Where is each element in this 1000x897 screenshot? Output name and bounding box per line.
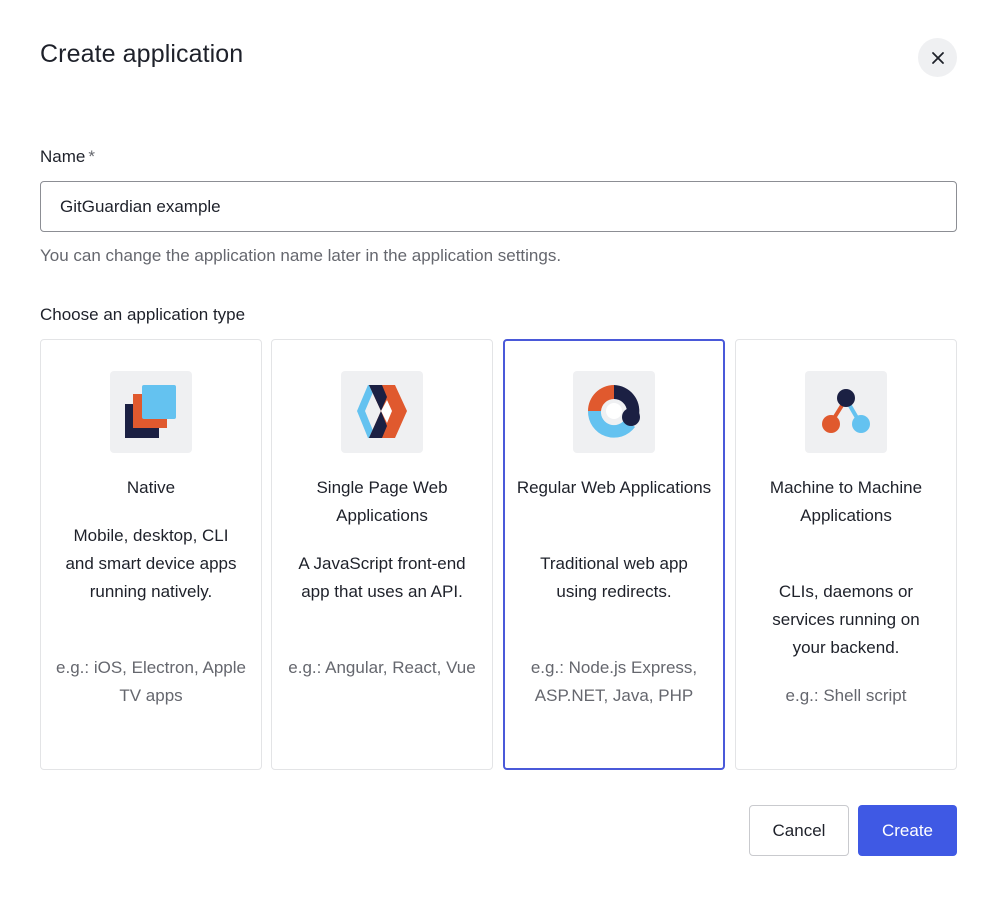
card-title: Native bbox=[126, 478, 176, 497]
card-examples: e.g.: Angular, React, Vue bbox=[288, 658, 476, 677]
native-app-icon bbox=[110, 371, 192, 453]
close-button[interactable] bbox=[918, 38, 957, 77]
app-type-card-regular-web[interactable]: Regular Web Applications Traditional web… bbox=[503, 339, 725, 770]
card-examples: e.g.: Shell script bbox=[785, 686, 907, 705]
card-description: A JavaScript front-end app that uses an … bbox=[298, 554, 466, 601]
card-title: Single Page Web Applications bbox=[316, 478, 448, 525]
app-type-card-native[interactable]: Native Mobile, desktop, CLI and smart de… bbox=[40, 339, 262, 770]
card-title: Machine to Machine Applications bbox=[769, 478, 923, 525]
card-title: Regular Web Applications bbox=[516, 478, 712, 497]
card-description: Mobile, desktop, CLI and smart device ap… bbox=[65, 526, 237, 601]
required-marker: * bbox=[88, 147, 95, 166]
cancel-button[interactable]: Cancel bbox=[749, 805, 849, 856]
name-label-text: Name bbox=[40, 147, 86, 166]
application-type-label: Choose an application type bbox=[40, 305, 246, 324]
card-description: CLIs, daemons or services running on you… bbox=[772, 582, 920, 657]
card-description: Traditional web app using redirects. bbox=[540, 554, 688, 601]
card-examples: e.g.: iOS, Electron, Apple TV apps bbox=[56, 658, 246, 705]
machine-to-machine-icon bbox=[805, 371, 887, 453]
close-icon bbox=[931, 51, 944, 64]
name-help-text: You can change the application name late… bbox=[40, 246, 562, 265]
dialog-title: Create application bbox=[40, 40, 244, 68]
create-application-dialog: Create application Name* You can change … bbox=[0, 0, 1000, 897]
regular-web-app-icon bbox=[573, 371, 655, 453]
name-field-label: Name * bbox=[40, 147, 95, 167]
application-name-input[interactable] bbox=[40, 181, 957, 232]
card-examples: e.g.: Node.js Express, ASP.NET, Java, PH… bbox=[530, 658, 698, 705]
create-button[interactable]: Create bbox=[858, 805, 957, 856]
app-type-card-m2m[interactable]: Machine to Machine Applications CLIs, da… bbox=[735, 339, 957, 770]
app-type-card-spa[interactable]: Single Page Web Applications A JavaScrip… bbox=[271, 339, 493, 770]
single-page-app-icon bbox=[341, 371, 423, 453]
